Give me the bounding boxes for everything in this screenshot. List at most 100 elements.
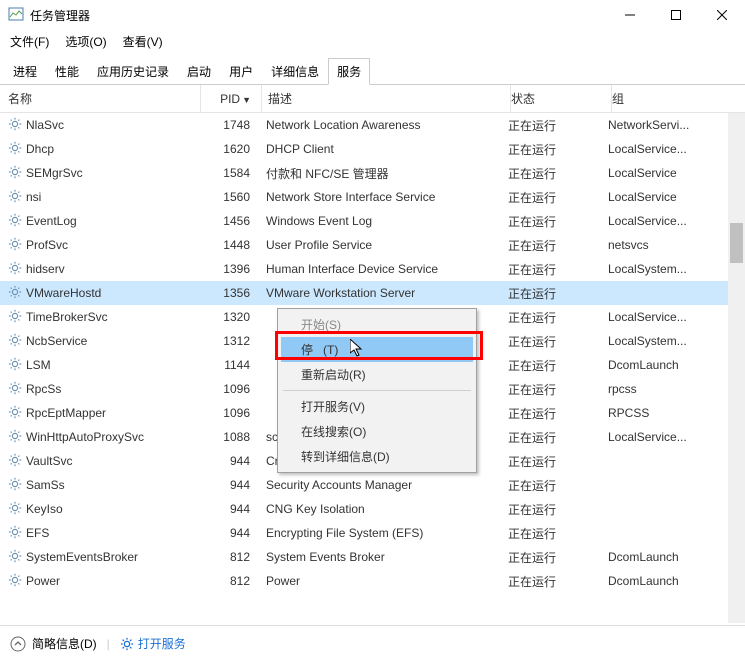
scrollbar[interactable]: [728, 113, 745, 623]
service-desc: DHCP Client: [260, 142, 508, 156]
menu-view[interactable]: 查看(V): [119, 31, 167, 52]
service-pid: 1456: [200, 214, 260, 228]
table-row[interactable]: Power812Power正在运行DcomLaunch: [0, 569, 745, 593]
service-pid: 1620: [200, 142, 260, 156]
service-desc: Security Accounts Manager: [260, 478, 508, 492]
service-group: netsvcs: [608, 238, 718, 252]
service-pid: 1356: [200, 286, 260, 300]
tab-5[interactable]: 详细信息: [262, 58, 328, 85]
service-name: VMwareHostd: [26, 286, 101, 300]
service-name: KeyIso: [26, 502, 63, 516]
service-status: 正在运行: [508, 573, 608, 590]
service-desc: Power: [260, 574, 508, 588]
tab-bar: 进程性能应用历史记录启动用户详细信息服务: [0, 58, 745, 85]
service-pid: 812: [200, 574, 260, 588]
service-pid: 944: [200, 502, 260, 516]
service-name: SystemEventsBroker: [26, 550, 138, 564]
service-name: NcbService: [26, 334, 87, 348]
service-desc: Network Store Interface Service: [260, 190, 508, 204]
open-services-link[interactable]: 打开服务: [120, 635, 186, 652]
service-name: SEMgrSvc: [26, 166, 83, 180]
service-group: LocalService...: [608, 430, 718, 444]
gear-icon: [8, 453, 22, 470]
service-name: NlaSvc: [26, 118, 64, 132]
service-group: LocalSystem...: [608, 334, 718, 348]
tab-0[interactable]: 进程: [4, 58, 46, 85]
service-status: 正在运行: [508, 453, 608, 470]
tab-4[interactable]: 用户: [220, 58, 262, 85]
service-group: NetworkServi...: [608, 118, 718, 132]
table-row[interactable]: NlaSvc1748Network Location Awareness正在运行…: [0, 113, 745, 137]
service-pid: 1748: [200, 118, 260, 132]
menu-file[interactable]: 文件(F): [6, 31, 53, 52]
service-group: LocalService...: [608, 310, 718, 324]
table-row[interactable]: KeyIso944CNG Key Isolation正在运行: [0, 497, 745, 521]
gear-icon: [8, 333, 22, 350]
service-status: 正在运行: [508, 381, 608, 398]
tab-2[interactable]: 应用历史记录: [88, 58, 178, 85]
col-header-status[interactable]: 状态: [511, 90, 611, 107]
col-header-desc[interactable]: 描述: [262, 90, 510, 107]
table-row[interactable]: ProfSvc1448User Profile Service正在运行netsv…: [0, 233, 745, 257]
menu-bar: 文件(F) 选项(O) 查看(V): [0, 30, 745, 52]
table-row[interactable]: hidserv1396Human Interface Device Servic…: [0, 257, 745, 281]
service-group: DcomLaunch: [608, 574, 718, 588]
tab-1[interactable]: 性能: [46, 58, 88, 85]
service-pid: 1096: [200, 382, 260, 396]
service-desc: Network Location Awareness: [260, 118, 508, 132]
service-status: 正在运行: [508, 237, 608, 254]
gear-icon: [8, 141, 22, 158]
ctx-restart[interactable]: 重新启动(R): [281, 362, 473, 387]
gear-icon: [8, 189, 22, 206]
service-pid: 1144: [200, 358, 260, 372]
minimize-button[interactable]: [607, 0, 653, 30]
table-row[interactable]: EventLog1456Windows Event Log正在运行LocalSe…: [0, 209, 745, 233]
service-desc: VMware Workstation Server: [260, 286, 508, 300]
table-row[interactable]: SEMgrSvc1584付款和 NFC/SE 管理器正在运行LocalServi…: [0, 161, 745, 185]
service-desc: Encrypting File System (EFS): [260, 526, 508, 540]
service-pid: 1096: [200, 406, 260, 420]
service-pid: 1560: [200, 190, 260, 204]
gear-icon: [8, 237, 22, 254]
table-row[interactable]: nsi 1560Network Store Interface Service正在…: [0, 185, 745, 209]
tab-6[interactable]: 服务: [328, 58, 370, 85]
ctx-stop[interactable]: 停 (T): [281, 337, 473, 362]
tab-3[interactable]: 启动: [178, 58, 220, 85]
service-status: 正在运行: [508, 189, 608, 206]
maximize-button[interactable]: [653, 0, 699, 30]
ctx-search-online[interactable]: 在线搜索(O): [281, 419, 473, 444]
table-row[interactable]: VMwareHostd 1356VMware Workstation Server…: [0, 281, 745, 305]
service-group: DcomLaunch: [608, 358, 718, 372]
service-pid: 1448: [200, 238, 260, 252]
table-row[interactable]: SamSs944Security Accounts Manager正在运行: [0, 473, 745, 497]
service-desc: System Events Broker: [260, 550, 508, 564]
service-pid: 1584: [200, 166, 260, 180]
gear-icon: [8, 309, 22, 326]
col-header-pid[interactable]: PID▼: [201, 92, 261, 106]
close-button[interactable]: [699, 0, 745, 30]
ctx-open-services[interactable]: 打开服务(V): [281, 394, 473, 419]
ctx-go-details[interactable]: 转到详细信息(D): [281, 444, 473, 469]
service-desc: Windows Event Log: [260, 214, 508, 228]
service-group: LocalService: [608, 166, 718, 180]
app-icon: [8, 7, 24, 23]
gear-icon: [8, 285, 22, 302]
service-name: Dhcp: [26, 142, 54, 156]
table-row[interactable]: SystemEventsBroker812System Events Broke…: [0, 545, 745, 569]
gear-icon: [8, 117, 22, 134]
service-desc: CNG Key Isolation: [260, 502, 508, 516]
table-row[interactable]: Dhcp1620DHCP Client正在运行LocalService...: [0, 137, 745, 161]
table-row[interactable]: EFS944Encrypting File System (EFS)正在运行: [0, 521, 745, 545]
menu-options[interactable]: 选项(O): [61, 31, 110, 52]
service-name: RpcEptMapper: [26, 406, 106, 420]
gear-icon: [8, 477, 22, 494]
service-desc: Human Interface Device Service: [260, 262, 508, 276]
scrollbar-thumb[interactable]: [730, 223, 743, 263]
footer: 简略信息(D) | 打开服务: [0, 625, 745, 661]
service-name: SamSs: [26, 478, 65, 492]
service-name: nsi: [26, 190, 41, 204]
service-pid: 944: [200, 454, 260, 468]
fewer-details-button[interactable]: 简略信息(D): [10, 635, 97, 652]
col-header-group[interactable]: 组: [612, 90, 722, 107]
col-header-name[interactable]: 名称: [0, 90, 200, 107]
